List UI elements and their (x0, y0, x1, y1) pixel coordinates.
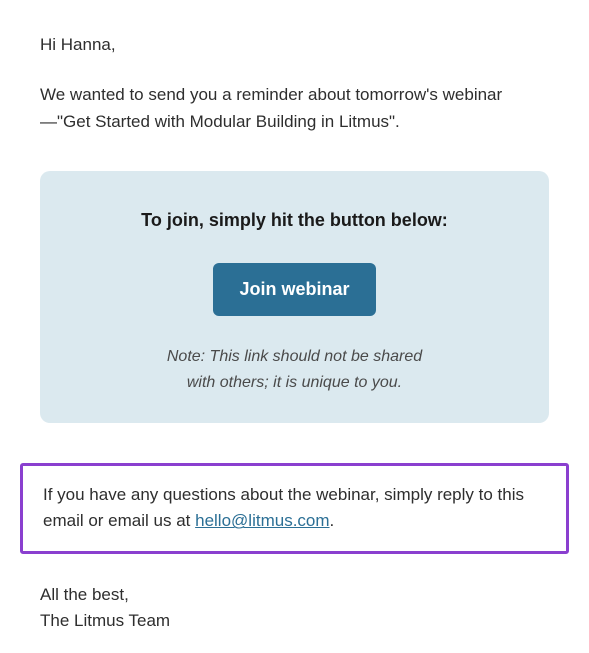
join-webinar-button[interactable]: Join webinar (213, 263, 375, 316)
signoff-line2: The Litmus Team (40, 611, 170, 630)
questions-text: If you have any questions about the webi… (43, 482, 546, 535)
questions-text-after: . (330, 511, 335, 530)
greeting-text: Hi Hanna, (40, 32, 549, 58)
cta-heading: To join, simply hit the button below: (80, 207, 509, 235)
signoff-line1: All the best, (40, 585, 129, 604)
cta-note: Note: This link should not be shared wit… (80, 344, 509, 395)
intro-text: We wanted to send you a reminder about t… (40, 82, 549, 135)
cta-note-line2: with others; it is unique to you. (187, 374, 402, 391)
cta-box: To join, simply hit the button below: Jo… (40, 171, 549, 423)
cta-note-line1: Note: This link should not be shared (167, 348, 422, 365)
signoff: All the best, The Litmus Team (40, 582, 549, 635)
contact-email-link[interactable]: hello@litmus.com (195, 511, 329, 530)
questions-highlight-box: If you have any questions about the webi… (20, 463, 569, 554)
